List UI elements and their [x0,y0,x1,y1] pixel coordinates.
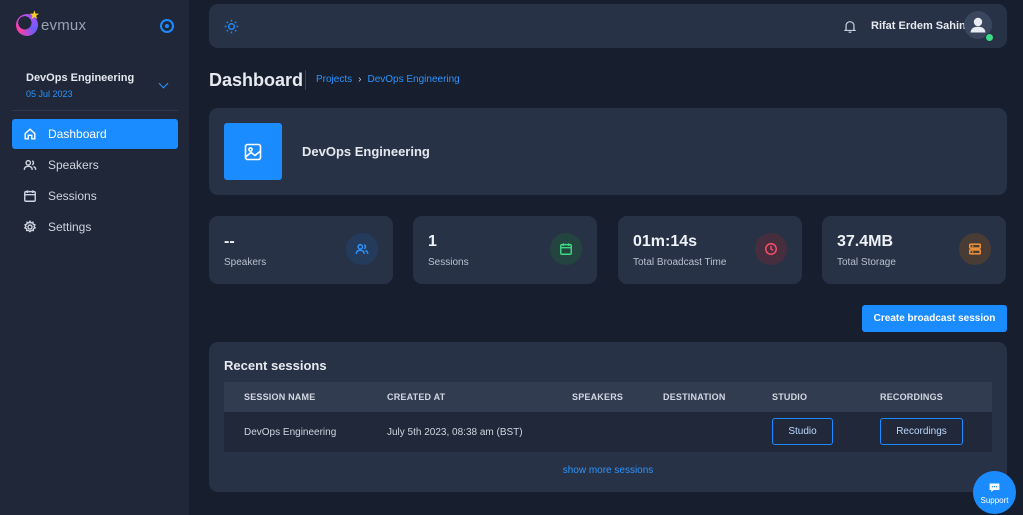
column-header: SESSION NAME [244,392,316,402]
storage-icon [959,233,991,265]
breadcrumb-current[interactable]: DevOps Engineering [367,74,459,85]
chat-icon [989,482,1000,492]
stat-value: 01m:14s [633,233,698,250]
session-name: DevOps Engineering [244,427,337,438]
stat-value: 1 [428,233,437,250]
bell-icon[interactable] [843,19,857,34]
recent-sessions-title: Recent sessions [224,358,327,373]
stat-value: -- [224,233,235,250]
stat-label: Sessions [428,257,469,268]
project-date: 05 Jul 2023 [26,89,73,99]
online-status-indicator [985,33,994,42]
column-header: DESTINATION [663,392,726,402]
sidebar-item-speakers[interactable]: Speakers [12,150,178,180]
sidebar-item-label: Speakers [48,158,99,172]
stat-label: Speakers [224,257,267,268]
column-header: CREATED AT [387,392,446,402]
calendar-icon [550,233,582,265]
sidebar-item-label: Settings [48,220,92,234]
table-row: DevOps Engineering July 5th 2023, 08:38 … [224,412,992,452]
project-banner: DevOps Engineering [209,108,1007,195]
logo[interactable]: ★ evmux [16,9,87,36]
banner-title: DevOps Engineering [302,144,430,159]
stat-card-speakers: -- Speakers [209,216,393,284]
stat-card-sessions: 1 Sessions [413,216,597,284]
user-name[interactable]: Rifat Erdem Sahin [871,20,966,32]
column-header: SPEAKERS [572,392,624,402]
column-header: RECORDINGS [880,392,944,402]
calendar-icon [24,190,36,202]
gear-icon [23,220,37,233]
create-broadcast-session-button[interactable]: Create broadcast session [862,305,1007,332]
sidebar-item-dashboard[interactable]: Dashboard [12,119,178,149]
support-button[interactable]: Support [973,471,1016,514]
sidebar-divider [12,110,178,111]
project-name: DevOps Engineering [26,72,135,84]
breadcrumb-projects[interactable]: Projects [316,74,352,85]
stat-card-storage: 37.4MB Total Storage [822,216,1006,284]
sidebar-item-settings[interactable]: Settings [12,212,178,242]
studio-button[interactable]: Studio [772,418,833,445]
users-icon [346,233,378,265]
sidebar-item-label: Dashboard [48,127,107,141]
top-bar: Rifat Erdem Sahin [209,4,1007,48]
sun-icon[interactable] [224,19,239,34]
logo-text: evmux [41,16,87,34]
sidebar-item-label: Sessions [48,189,97,203]
stat-label: Total Broadcast Time [633,257,727,268]
chevron-down-icon[interactable] [158,78,169,89]
stat-value: 37.4MB [837,233,894,250]
breadcrumb-separator: › [358,74,362,85]
session-created-at: July 5th 2023, 08:38 am (BST) [387,427,523,438]
sidebar-item-sessions[interactable]: Sessions [12,181,178,211]
title-divider [305,70,306,90]
image-icon [244,143,262,160]
project-selector[interactable]: DevOps Engineering 05 Jul 2023 [26,72,134,99]
sidebar: ★ evmux DevOps Engineering 05 Jul 2023 D… [0,0,189,515]
project-thumbnail[interactable] [224,123,282,180]
column-header: STUDIO [772,392,808,402]
page-title: Dashboard [209,70,304,90]
support-label: Support [980,495,1009,505]
users-icon [23,159,37,170]
breadcrumb: Projects › DevOps Engineering [316,74,460,85]
table-header: SESSION NAME CREATED AT SPEAKERS DESTINA… [224,382,992,412]
recordings-button[interactable]: Recordings [880,418,963,445]
logo-icon: ★ [16,9,40,36]
clock-icon [755,233,787,265]
stat-card-broadcast-time: 01m:14s Total Broadcast Time [618,216,802,284]
stat-label: Total Storage [837,257,896,268]
show-more-sessions-link[interactable]: show more sessions [209,465,1007,476]
sidebar-toggle-icon[interactable] [160,19,174,33]
recent-sessions-card: Recent sessions SESSION NAME CREATED AT … [209,342,1007,492]
home-icon [24,128,36,140]
